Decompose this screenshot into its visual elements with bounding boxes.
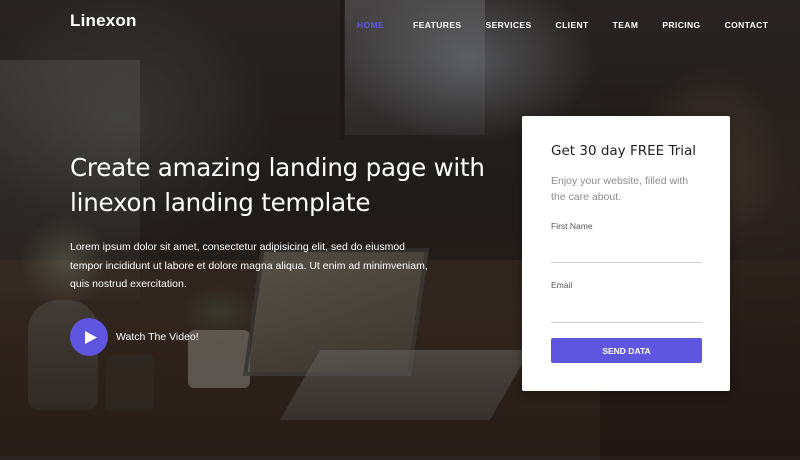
- nav-item-features[interactable]: FEATURES: [413, 20, 461, 30]
- nav-item-home[interactable]: HOME: [357, 20, 384, 30]
- watch-video-button[interactable]: Watch The Video!: [70, 318, 199, 356]
- hero-title-line-2: linexon landing template: [70, 188, 371, 217]
- email-label: Email: [551, 280, 573, 290]
- nav-item-team[interactable]: TEAM: [613, 20, 639, 30]
- trial-signup-card: Get 30 day FREE Trial Enjoy your website…: [522, 116, 730, 391]
- play-button[interactable]: [70, 318, 108, 356]
- trial-card-subtitle-line-1: Enjoy your website, filled with: [551, 175, 689, 187]
- brand-logo-text[interactable]: Linexon: [70, 11, 137, 31]
- trial-card-subtitle: Enjoy your website, filled with the care…: [551, 174, 711, 205]
- nav-item-pricing[interactable]: PRICING: [662, 20, 700, 30]
- hero-description: Lorem ipsum dolor sit amet, consectetur …: [70, 238, 440, 294]
- hero-description-line-3: quis nostrud exercitation.: [70, 278, 187, 290]
- trial-card-subtitle-line-2: the care about.: [551, 190, 622, 203]
- first-name-label: First Name: [551, 221, 593, 231]
- main-nav: HOME FEATURES SERVICES CLIENT TEAM PRICI…: [357, 20, 768, 30]
- trial-card-title: Get 30 day FREE Trial: [551, 143, 697, 159]
- send-data-button[interactable]: SEND DATA: [551, 338, 702, 363]
- navbar: Linexon HOME FEATURES SERVICES CLIENT TE…: [0, 0, 800, 52]
- nav-item-services[interactable]: SERVICES: [486, 20, 532, 30]
- email-input[interactable]: [551, 304, 702, 323]
- watch-video-label[interactable]: Watch The Video!: [116, 331, 199, 343]
- hero-description-line-2: tempor incididunt ut labore et dolore ma…: [70, 259, 428, 272]
- first-name-input[interactable]: [551, 244, 702, 263]
- nav-item-client[interactable]: CLIENT: [556, 20, 589, 30]
- hero-title: Create amazing landing page with linexon…: [70, 150, 510, 220]
- hero-description-line-1: Lorem ipsum dolor sit amet, consectetur …: [70, 241, 405, 253]
- play-icon: [84, 330, 97, 344]
- hero-title-line-1: Create amazing landing page with: [70, 153, 485, 182]
- nav-item-contact[interactable]: CONTACT: [725, 20, 769, 30]
